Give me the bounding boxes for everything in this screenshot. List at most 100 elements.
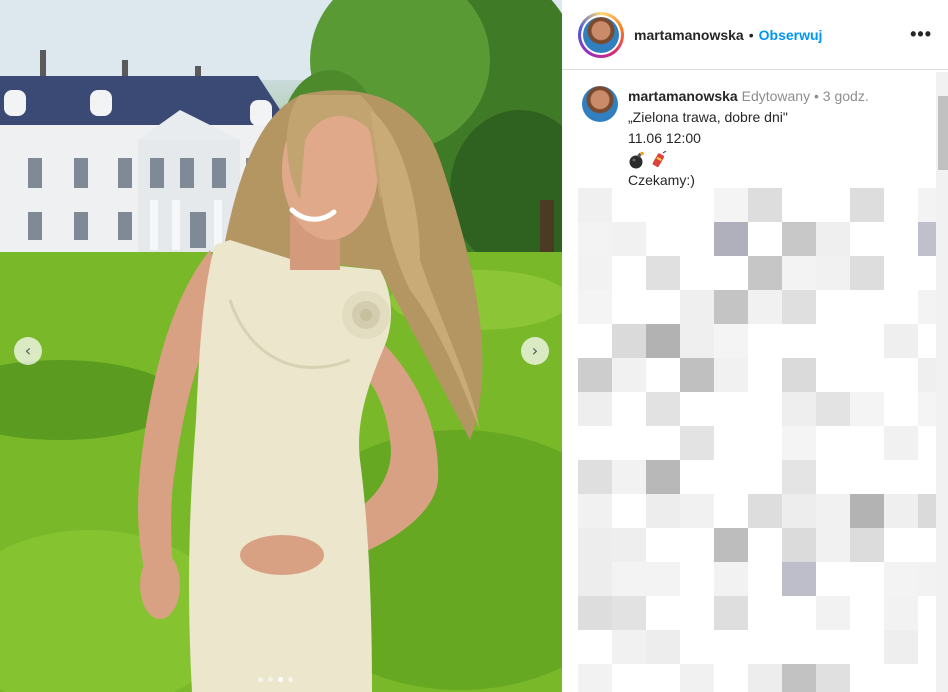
carousel-dot-active [278,677,283,682]
mosaic-cell [884,222,918,256]
post-timestamp[interactable]: 3 godz. [823,88,869,104]
mosaic-cell [884,562,918,596]
mosaic-cell [748,528,782,562]
mosaic-cell [918,358,936,392]
mosaic-cell [714,664,748,692]
mosaic-cell [714,494,748,528]
mosaic-cell [748,460,782,494]
mosaic-cell [680,494,714,528]
mosaic-cell [782,664,816,692]
mosaic-cell [646,290,680,324]
mosaic-cell [816,188,850,222]
mosaic-cell [782,256,816,290]
mosaic-cell [850,460,884,494]
mosaic-cell [850,324,884,358]
post-photo[interactable]: ‹ › [0,0,562,692]
mosaic-cell [612,460,646,494]
mosaic-cell [612,392,646,426]
mosaic-cell [884,664,918,692]
mosaic-cell [782,562,816,596]
caption-body: martamanowska Edytowany • 3 godz. „Zielo… [628,86,938,191]
mosaic-cell [612,290,646,324]
mosaic-cell [646,392,680,426]
header-username[interactable]: martamanowska [634,27,744,43]
mosaic-cell [748,358,782,392]
mosaic-cell [612,256,646,290]
mosaic-cell [578,630,612,664]
mosaic-cell [782,392,816,426]
mosaic-cell [680,426,714,460]
mosaic-cell [612,324,646,358]
mosaic-cell [748,222,782,256]
mosaic-cell [646,188,680,222]
meta-separator: • [813,88,819,104]
mosaic-cell [714,392,748,426]
mosaic-cell [680,392,714,426]
mosaic-cell [612,188,646,222]
mosaic-cell [578,358,612,392]
mosaic-cell [850,630,884,664]
mosaic-cell [646,528,680,562]
mosaic-cell [680,528,714,562]
mosaic-cell [918,630,936,664]
firecracker-emoji-icon [652,150,667,167]
mosaic-cell [612,358,646,392]
mosaic-cell [918,528,936,562]
header-separator: • [748,26,754,43]
mosaic-cell [578,256,612,290]
mosaic-cell [680,290,714,324]
mosaic-cell [782,528,816,562]
mosaic-cell [714,528,748,562]
mosaic-cell [782,358,816,392]
mosaic-cell [816,664,850,692]
mosaic-cell [646,324,680,358]
mosaic-cell [578,562,612,596]
post-header: martamanowska • Obserwuj ••• [562,0,948,70]
caption-username[interactable]: martamanowska [628,88,738,104]
mosaic-cell [782,460,816,494]
mosaic-cell [612,664,646,692]
mosaic-cell [782,290,816,324]
mosaic-cell [782,222,816,256]
mosaic-cell [850,222,884,256]
carousel-dot [258,677,263,682]
mosaic-cell [884,324,918,358]
mosaic-cell [782,426,816,460]
mosaic-cell [578,528,612,562]
mosaic-cell [612,630,646,664]
mosaic-cell [850,358,884,392]
mosaic-cell [884,392,918,426]
mosaic-cell [850,256,884,290]
more-options-icon[interactable]: ••• [910,25,932,43]
mosaic-cell [578,596,612,630]
caption-emoji-line [628,149,938,170]
mosaic-cell [816,324,850,358]
mosaic-cell [816,494,850,528]
mosaic-cell [782,494,816,528]
carousel-next-button[interactable]: › [521,337,549,365]
mosaic-cell [918,562,936,596]
mosaic-cell [884,528,918,562]
follow-button[interactable]: Obserwuj [759,27,823,43]
mosaic-cell [578,188,612,222]
mosaic-cell [816,630,850,664]
mosaic-cell [612,562,646,596]
carousel-prev-button[interactable]: ‹ [14,337,42,365]
mosaic-cell [680,596,714,630]
mosaic-cell [748,664,782,692]
mosaic-cell [918,664,936,692]
mosaic-cell [884,188,918,222]
mosaic-cell [884,460,918,494]
mosaic-cell [714,324,748,358]
mosaic-cell [646,426,680,460]
mosaic-cell [884,290,918,324]
mosaic-cell [680,324,714,358]
caption-avatar[interactable] [582,86,618,122]
story-ring[interactable] [578,11,624,58]
mosaic-cell [578,494,612,528]
scrollbar-thumb[interactable] [938,96,948,170]
mosaic-cell [612,426,646,460]
pixelated-comments [578,188,936,692]
mosaic-cell [612,596,646,630]
mosaic-cell [748,630,782,664]
